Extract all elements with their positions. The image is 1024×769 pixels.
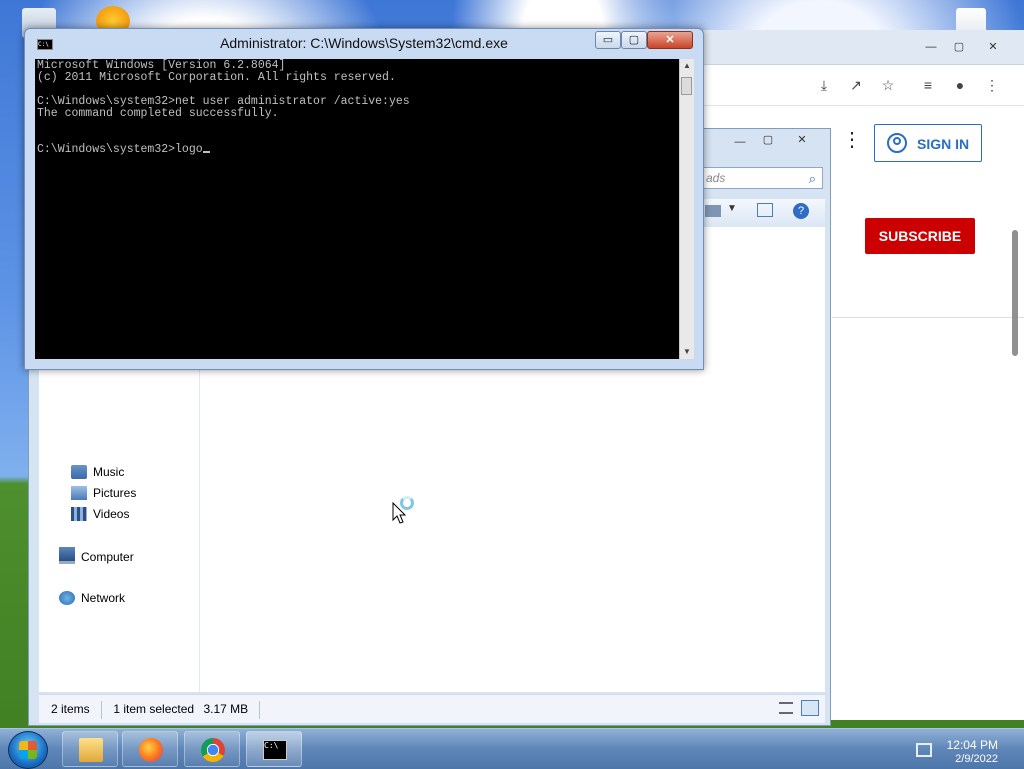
explorer-minimize-button[interactable]: —	[729, 135, 751, 151]
status-size: 3.17 MB	[203, 702, 249, 716]
computer-icon	[59, 547, 75, 564]
status-bar: 2 items 1 item selected 3.17 MB	[39, 694, 825, 723]
browser-close-button[interactable]: ✕	[982, 40, 1004, 56]
explorer-maximize-button[interactable]: ▢	[757, 133, 779, 149]
taskbar-command-prompt[interactable]: C:\	[246, 731, 302, 767]
preview-pane-icon[interactable]	[757, 203, 773, 217]
account-icon	[887, 133, 907, 153]
status-item-count: 2 items	[51, 702, 90, 716]
bookmark-star-icon[interactable]: ☆	[878, 75, 898, 95]
browser-scrollbar[interactable]	[1012, 230, 1018, 356]
status-selected: 1 item selected	[113, 702, 195, 716]
network-icon	[59, 591, 75, 605]
network-status-icon[interactable]	[916, 743, 932, 757]
nav-item-network[interactable]: Network	[59, 589, 125, 607]
change-view-icon[interactable]	[705, 205, 721, 217]
command-prompt-icon: C:\	[263, 740, 287, 760]
search-placeholder: ads	[706, 171, 726, 185]
status-separator	[259, 700, 261, 719]
nav-item-computer[interactable]: Computer	[59, 547, 134, 565]
browser-toolbar: ⤓ ↗ ☆ ≡ ● ⋮	[700, 65, 1024, 106]
content-divider	[832, 317, 1024, 318]
browser-menu-icon[interactable]: ⋮	[982, 75, 1002, 95]
clock-date[interactable]: 2/9/2022	[955, 753, 998, 765]
cmd-minimize-button[interactable]: ▭	[595, 31, 621, 49]
subscribe-label: SUBSCRIBE	[878, 228, 962, 244]
nav-item-label: Pictures	[93, 486, 137, 500]
profile-avatar-icon[interactable]: ●	[950, 75, 970, 95]
status-separator	[101, 700, 103, 719]
console-prompt-text: C:\Windows\system32>logo	[37, 143, 203, 156]
nav-item-pictures[interactable]: Pictures	[71, 484, 136, 502]
console-prompt-line[interactable]: C:\Windows\system32>logo	[37, 144, 210, 156]
music-library-icon	[71, 465, 87, 479]
nav-item-label: Music	[93, 465, 125, 479]
nav-item-music[interactable]: Music	[71, 463, 124, 481]
playlist-icon[interactable]: ≡	[918, 75, 938, 95]
chrome-icon	[201, 738, 225, 762]
console-line: (c) 2011 Microsoft Corporation. All righ…	[37, 71, 396, 84]
firefox-icon	[139, 738, 163, 762]
browser-minimize-button[interactable]: —	[920, 40, 942, 56]
nav-item-label: Computer	[81, 550, 134, 564]
scroll-down-icon[interactable]: ▼	[680, 345, 694, 359]
pictures-library-icon	[71, 486, 87, 500]
text-cursor	[202, 151, 210, 153]
cmd-maximize-button[interactable]: ▢	[621, 31, 647, 49]
subscribe-button[interactable]: SUBSCRIBE	[865, 218, 975, 254]
view-dropdown-icon[interactable]: ▼	[727, 203, 737, 214]
cmd-titlebar[interactable]: C:\ Administrator: C:\Windows\System32\c…	[25, 29, 703, 57]
console-output[interactable]: Microsoft Windows [Version 6.2.8064] (c)…	[35, 59, 679, 359]
taskbar-chrome[interactable]	[184, 731, 240, 767]
browser-titlebar: — ▢ ✕	[700, 30, 1024, 65]
explorer-search-input[interactable]: ads ⌕	[699, 167, 823, 189]
taskbar-firefox[interactable]	[122, 731, 178, 767]
details-view-icon[interactable]	[779, 702, 793, 714]
nav-item-label: Network	[81, 591, 126, 605]
videos-library-icon	[71, 507, 87, 521]
share-icon[interactable]: ↗	[846, 75, 866, 95]
large-icons-view-icon[interactable]	[801, 700, 819, 716]
cmd-scrollbar[interactable]: ▲ ▼	[679, 59, 694, 359]
system-tray: 12:04 PM 2/9/2022	[912, 733, 1022, 767]
more-options-icon[interactable]: ⋮	[842, 130, 862, 150]
help-icon[interactable]: ?	[793, 203, 809, 219]
console-line: The command completed successfully.	[37, 107, 279, 120]
cmd-close-button[interactable]: ✕	[647, 31, 693, 49]
scroll-thumb[interactable]	[681, 77, 692, 95]
explorer-close-button[interactable]: ✕	[791, 133, 813, 149]
start-button[interactable]	[8, 731, 48, 769]
taskbar: C:\ 12:04 PM 2/9/2022	[0, 728, 1024, 769]
sign-in-button[interactable]: SIGN IN	[874, 124, 982, 162]
download-icon[interactable]: ⤓	[814, 75, 834, 95]
sign-in-label: SIGN IN	[917, 136, 970, 152]
browser-maximize-button[interactable]: ▢	[948, 40, 970, 56]
search-icon[interactable]: ⌕	[809, 169, 816, 189]
scroll-up-icon[interactable]: ▲	[680, 59, 694, 73]
cmd-window: C:\ Administrator: C:\Windows\System32\c…	[24, 28, 704, 370]
nav-item-videos[interactable]: Videos	[71, 505, 129, 523]
taskbar-file-explorer[interactable]	[62, 731, 118, 767]
folder-icon	[79, 738, 103, 762]
clock-time[interactable]: 12:04 PM	[947, 738, 998, 752]
busy-spinner-icon	[400, 496, 414, 510]
nav-item-label: Videos	[93, 507, 130, 521]
